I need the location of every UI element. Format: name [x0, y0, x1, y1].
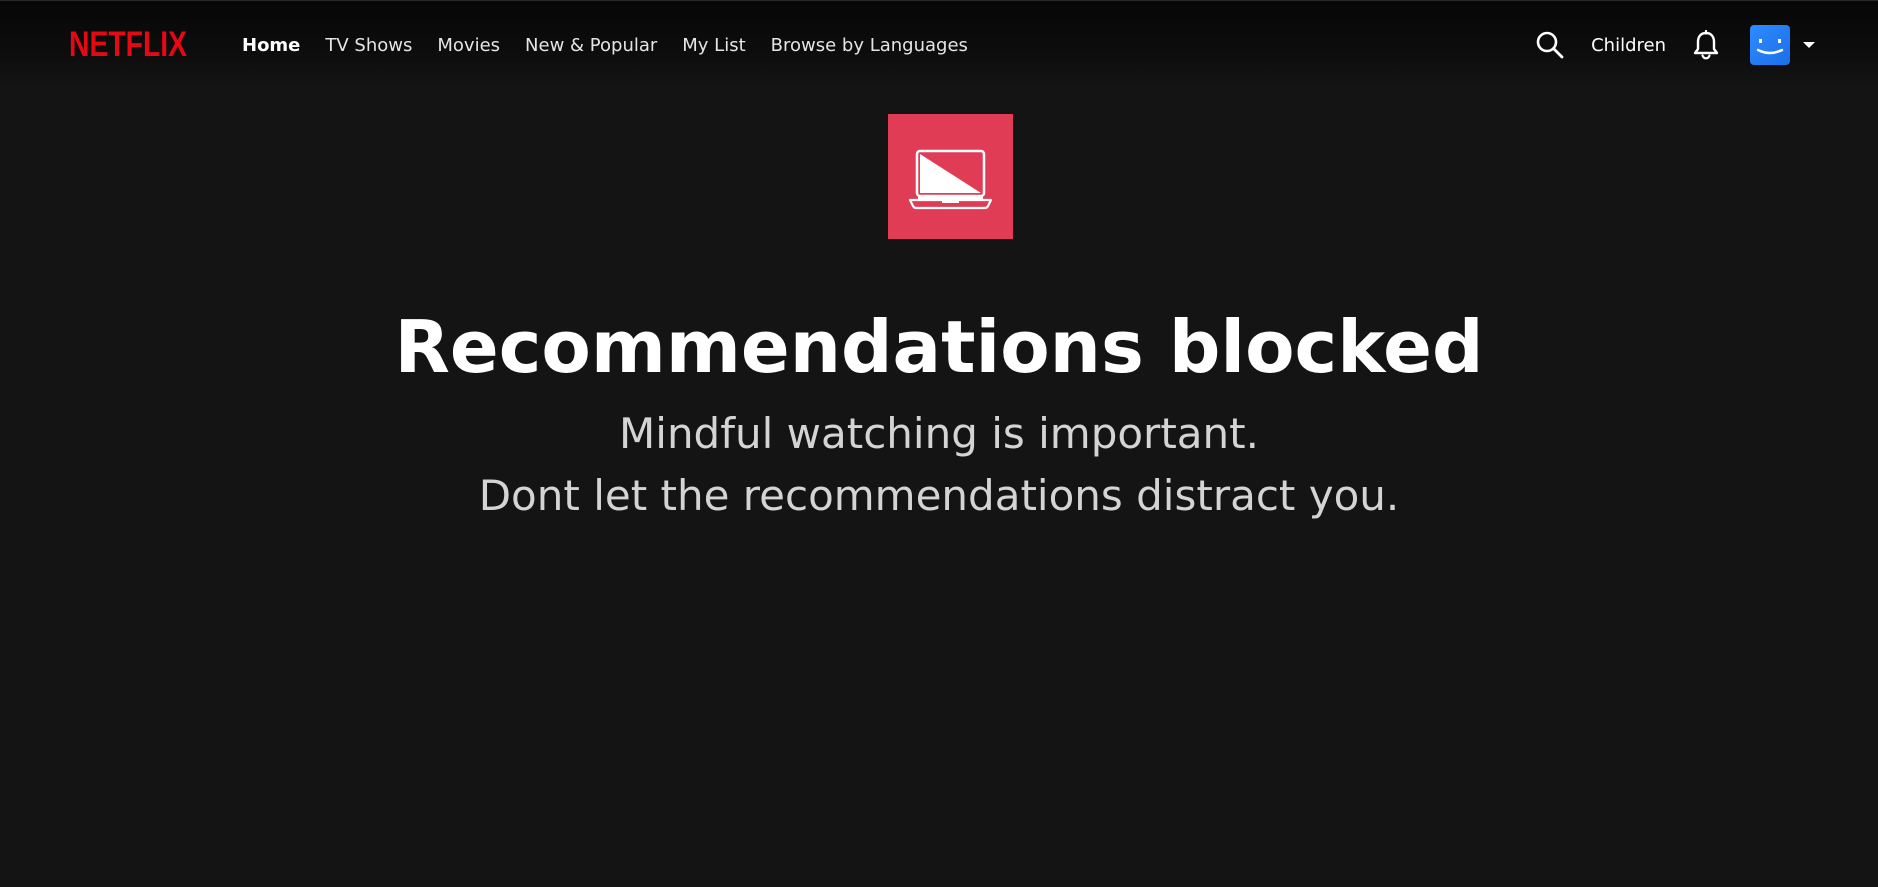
- nav-browse-languages[interactable]: Browse by Languages: [771, 35, 968, 56]
- profile-menu-button[interactable]: [1750, 25, 1816, 65]
- bell-icon[interactable]: [1692, 30, 1720, 60]
- subtitle-line-2: Dont let the recommendations distract yo…: [478, 471, 1400, 520]
- page-subtitle: Mindful watching is important. Dont let …: [0, 403, 1878, 527]
- page-title: Recommendations blocked: [394, 305, 1484, 389]
- nav-my-list[interactable]: My List: [682, 35, 745, 56]
- caret-down-icon[interactable]: [1802, 40, 1816, 50]
- nav-home[interactable]: Home: [242, 35, 300, 56]
- smiley-face-icon: [1756, 39, 1784, 55]
- kids-link[interactable]: Children: [1591, 35, 1666, 56]
- laptop-icon: [908, 149, 993, 210]
- avatar[interactable]: [1750, 25, 1790, 65]
- subtitle-line-1: Mindful watching is important.: [619, 409, 1259, 458]
- top-navigation-bar: NETFLIX Home TV Shows Movies New & Popul…: [0, 0, 1878, 88]
- secondary-nav: Children: [1535, 1, 1816, 89]
- logo-text: NETFLIX: [69, 25, 187, 61]
- laptop-blocked-icon: [888, 114, 1013, 239]
- nav-new-popular[interactable]: New & Popular: [525, 35, 657, 56]
- netflix-logo[interactable]: NETFLIX: [69, 25, 187, 61]
- nav-tv-shows[interactable]: TV Shows: [325, 35, 412, 56]
- nav-movies[interactable]: Movies: [437, 35, 500, 56]
- search-icon[interactable]: [1535, 30, 1565, 60]
- primary-nav: Home TV Shows Movies New & Popular My Li…: [242, 1, 993, 89]
